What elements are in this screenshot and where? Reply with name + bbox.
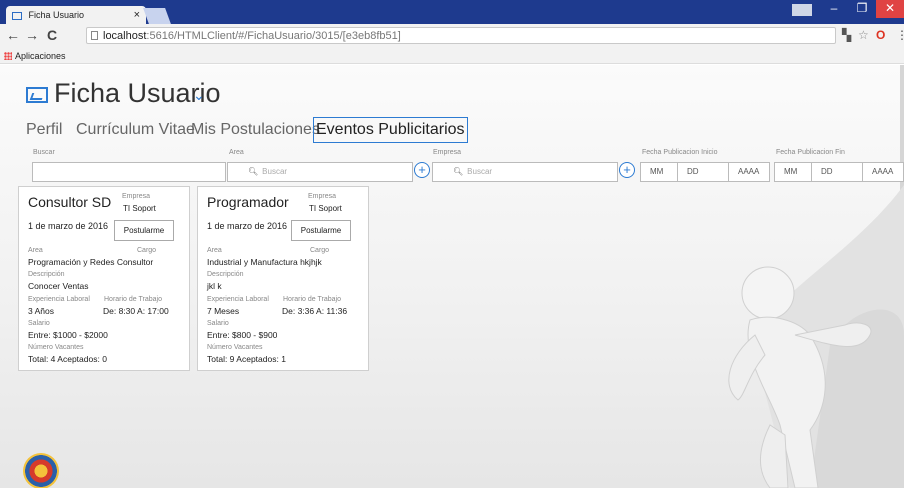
maximize-icon[interactable]: ❐ xyxy=(848,0,876,18)
fecha-inicio-day[interactable]: DD xyxy=(677,162,729,182)
empresa-value: TI Soport xyxy=(123,204,156,213)
tab-close-icon[interactable]: × xyxy=(134,6,140,24)
fecha-inicio-label: Fecha Publicacion Inicio xyxy=(642,149,718,156)
empresa-label: Empresa xyxy=(122,193,151,200)
cargo-label: Cargo xyxy=(137,247,157,254)
bookmarks-bar: Aplicaciones xyxy=(0,48,904,64)
url-path: :5616/HTMLClient/#/FichaUsuario/3015/[e3… xyxy=(146,30,401,42)
empresa-add-button[interactable]: + xyxy=(619,162,635,178)
mannequin-illustration xyxy=(728,185,904,488)
search-icon: 🔍︎ xyxy=(453,167,464,176)
fecha-fin-month[interactable]: MM xyxy=(774,162,812,182)
horario-label: Horario de Trabajo xyxy=(104,296,162,303)
browser-tab[interactable]: Ficha Usuario × xyxy=(6,6,146,24)
descripcion-value: jkl k xyxy=(207,281,222,291)
tab-curriculum-vitae[interactable]: Currículum Vitae xyxy=(76,117,195,143)
postularme-button[interactable]: Postularme xyxy=(114,220,174,241)
buscar-input[interactable] xyxy=(32,162,226,182)
empresa-label: Empresa xyxy=(308,193,337,200)
fecha-fin-year[interactable]: AAAA xyxy=(862,162,904,182)
page-content: Ficha Usuario ⌄ Perfil Currículum Vitae … xyxy=(0,65,904,488)
vacantes-label: Número Vacantes xyxy=(28,344,84,351)
page-document-icon xyxy=(91,31,98,40)
area-placeholder: Buscar xyxy=(262,167,288,176)
menu-dots-icon[interactable]: ⋮ xyxy=(896,28,904,42)
vacantes-value: Total: 4 Aceptados: 0 xyxy=(28,354,107,364)
buscar-label: Buscar xyxy=(33,149,55,156)
vacantes-label: Número Vacantes xyxy=(207,344,263,351)
bookmark-star-icon[interactable]: ☆ xyxy=(858,28,869,42)
horario-value: De: 8:30 A: 17:00 xyxy=(103,306,169,316)
empresa-placeholder: Buscar xyxy=(467,167,493,176)
job-title: Consultor SD xyxy=(28,194,112,210)
area-search-input[interactable]: 🔍︎ Buscar xyxy=(227,162,413,182)
empresa-value: TI Soport xyxy=(309,204,342,213)
url-host: localhost xyxy=(103,30,147,42)
reload-icon[interactable]: C xyxy=(47,27,57,43)
postularme-button[interactable]: Postularme xyxy=(291,220,351,241)
back-icon[interactable]: ← xyxy=(6,27,20,43)
address-bar[interactable]: localhost:5616/HTMLClient/#/FichaUsuario… xyxy=(86,27,836,44)
salario-label: Salario xyxy=(207,320,229,327)
fecha-fin-day[interactable]: DD xyxy=(811,162,863,182)
salario-label: Salario xyxy=(28,320,50,327)
descripcion-value: Conocer Ventas xyxy=(28,281,89,291)
forward-icon[interactable]: → xyxy=(25,27,39,43)
area-label: Area xyxy=(229,149,244,156)
fecha-inicio-month[interactable]: MM xyxy=(640,162,678,182)
experiencia-value: 7 Meses xyxy=(207,306,240,316)
empresa-label: Empresa xyxy=(433,149,462,156)
area-cargo-value: Programación y Redes Consultor xyxy=(28,257,154,267)
area-label: Area xyxy=(28,247,43,254)
horario-value: De: 3:36 A: 11:36 xyxy=(282,306,348,316)
chevron-down-icon[interactable]: ⌄ xyxy=(193,87,205,104)
minimize-icon[interactable]: – xyxy=(820,0,848,18)
experiencia-label: Experiencia Laboral xyxy=(28,296,90,303)
user-profile-icon[interactable] xyxy=(792,4,812,16)
experiencia-label: Experiencia Laboral xyxy=(207,296,269,303)
publication-date: 1 de marzo de 2016 xyxy=(207,221,288,231)
tab-favicon-icon xyxy=(12,11,22,20)
job-card[interactable]: Consultor SD Empresa TI Soport 1 de marz… xyxy=(18,186,190,371)
area-label: Area xyxy=(207,247,222,254)
opera-icon[interactable]: O xyxy=(876,28,885,42)
area-add-button[interactable]: + xyxy=(414,162,430,178)
salario-value: Entre: $800 - $900 xyxy=(207,330,278,340)
tab-title: Ficha Usuario xyxy=(28,10,85,20)
address-toolbar: ← → C localhost:5616/HTMLClient/#/FichaU… xyxy=(0,24,904,48)
empresa-search-input[interactable]: 🔍︎ Buscar xyxy=(432,162,618,182)
fecha-inicio-year[interactable]: AAAA xyxy=(728,162,770,182)
cargo-label: Cargo xyxy=(310,247,330,254)
apps-grid-icon xyxy=(4,52,12,60)
fecha-fin-label: Fecha Publicacion Fin xyxy=(776,149,845,156)
search-icon: 🔍︎ xyxy=(248,167,259,176)
institution-logo-icon xyxy=(23,453,59,488)
area-cargo-value: Industrial y Manufactura hkjhjk xyxy=(207,257,322,267)
translate-icon[interactable]: ▚ xyxy=(842,28,851,42)
descripcion-label: Descripción xyxy=(28,271,65,278)
tab-perfil[interactable]: Perfil xyxy=(26,117,62,143)
apps-bookmark[interactable]: Aplicaciones xyxy=(15,51,66,61)
job-card[interactable]: Programador Empresa TI Soport 1 de marzo… xyxy=(197,186,369,371)
tab-eventos-publicitarios[interactable]: Eventos Publicitarios xyxy=(313,117,468,143)
tab-mis-postulaciones[interactable]: Mis Postulaciones xyxy=(191,117,320,143)
salario-value: Entre: $1000 - $2000 xyxy=(28,330,108,340)
new-tab-button[interactable] xyxy=(143,8,171,24)
publication-date: 1 de marzo de 2016 xyxy=(28,221,109,231)
horario-label: Horario de Trabajo xyxy=(283,296,341,303)
close-window-icon[interactable]: ✕ xyxy=(876,0,904,18)
descripcion-label: Descripción xyxy=(207,271,244,278)
experiencia-value: 3 Años xyxy=(28,306,54,316)
chart-window-icon xyxy=(26,87,48,103)
vacantes-value: Total: 9 Aceptados: 1 xyxy=(207,354,286,364)
browser-titlebar: Ficha Usuario × – ❐ ✕ xyxy=(0,0,904,24)
job-title: Programador xyxy=(207,194,289,210)
